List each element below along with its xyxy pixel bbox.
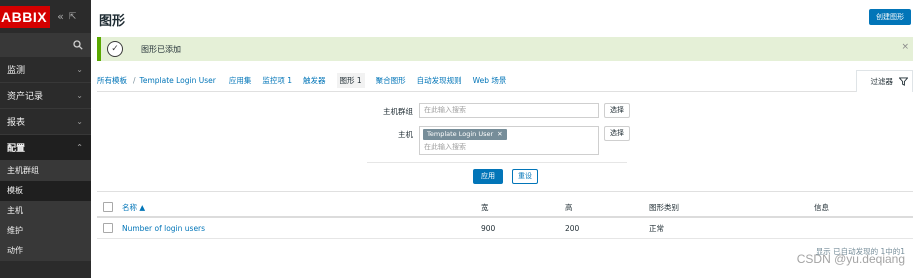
menu-label: 监测 xyxy=(7,66,26,76)
watermark: CSDN @yu.deqiang xyxy=(796,252,905,266)
chevron-down-icon: ⌄ xyxy=(76,117,83,126)
tab-discovery-rules[interactable]: 自动发现规则 xyxy=(417,75,462,86)
column-graph-type: 图形类别 xyxy=(649,203,679,212)
table-row: Number of login users 900 200 正常 xyxy=(97,218,913,239)
host-multiselect[interactable]: Template Login User ✕ 在此输入搜索 xyxy=(419,126,599,155)
table-header: 名称 ▲ 宽 高 图形类别 信息 xyxy=(97,197,913,218)
host-input-placeholder[interactable]: 在此输入搜索 xyxy=(424,142,466,152)
menu-inventory[interactable]: 资产记录 ⌄ xyxy=(0,83,91,109)
success-message: ✓ 图形已添加 × xyxy=(97,37,913,61)
graph-height: 200 xyxy=(565,224,580,233)
main-menu: 监测 ⌄ 资产记录 ⌄ 报表 ⌄ 配置 ⌃ xyxy=(0,57,91,161)
host-select-button[interactable]: 选择 xyxy=(604,126,630,141)
logo-row: ABBIX « ⇱ xyxy=(0,0,91,33)
graphs-table: 名称 ▲ 宽 高 图形类别 信息 Number of login users 9… xyxy=(97,197,913,239)
reset-button[interactable]: 重设 xyxy=(512,169,538,184)
filter-divider xyxy=(367,162,627,163)
tab-items[interactable]: 监控项 1 xyxy=(262,75,292,86)
graph-type: 正常 xyxy=(649,224,664,233)
breadcrumb-template[interactable]: Template Login User xyxy=(140,76,216,85)
kiosk-mode-icon[interactable]: ⇱ xyxy=(69,12,77,22)
zabbix-logo[interactable]: ABBIX xyxy=(0,5,51,28)
submenu-maintenance[interactable]: 维护 xyxy=(0,221,91,241)
host-chip-label: Template Login User xyxy=(427,130,494,138)
menu-configuration[interactable]: 配置 ⌃ xyxy=(0,135,91,161)
host-group-input[interactable]: 在此输入搜索 xyxy=(419,103,599,118)
create-graph-button[interactable]: 创建图形 xyxy=(869,9,911,25)
sidebar-search[interactable] xyxy=(0,33,91,57)
remove-chip-icon[interactable]: ✕ xyxy=(497,130,502,138)
menu-label: 配置 xyxy=(7,144,26,154)
graph-name-link[interactable]: Number of login users xyxy=(122,218,205,239)
submenu-templates[interactable]: 模板 xyxy=(0,181,91,201)
search-icon[interactable] xyxy=(73,40,83,50)
collapse-sidebar-icon[interactable]: « xyxy=(57,10,64,23)
template-nav: 所有模板 / Template Login User 应用集 监控项 1 触发器… xyxy=(97,70,913,92)
main-content: 图形 创建图形 ✓ 图形已添加 × 所有模板 / Template Login … xyxy=(91,0,919,278)
breadcrumb-separator: / xyxy=(133,76,136,85)
menu-monitoring[interactable]: 监测 ⌄ xyxy=(0,57,91,83)
select-all-checkbox[interactable] xyxy=(103,202,113,212)
row-checkbox[interactable] xyxy=(103,223,113,233)
funnel-icon xyxy=(899,77,908,86)
chevron-down-icon: ⌄ xyxy=(76,91,83,100)
check-circle-icon: ✓ xyxy=(107,41,123,57)
message-text: 图形已添加 xyxy=(141,44,181,54)
submenu-actions[interactable]: 动作 xyxy=(0,241,91,261)
host-group-label: 主机群组 xyxy=(383,107,413,116)
tab-web-scenarios[interactable]: Web 场景 xyxy=(473,75,507,86)
column-info: 信息 xyxy=(814,203,829,212)
chevron-up-icon: ⌃ xyxy=(76,143,83,152)
host-group-select-button[interactable]: 选择 xyxy=(604,103,630,118)
column-name[interactable]: 名称 ▲ xyxy=(122,197,145,218)
sidebar: ABBIX « ⇱ 监测 ⌄ 资产记录 ⌄ 报表 ⌄ 配置 ⌃ 主机群组 模板 … xyxy=(0,0,91,278)
submenu-host-groups[interactable]: 主机群组 xyxy=(0,161,91,181)
host-label: 主机 xyxy=(398,130,413,139)
close-icon[interactable]: × xyxy=(901,42,909,52)
host-chip: Template Login User ✕ xyxy=(423,129,507,140)
filter-label: 过滤器 xyxy=(870,77,894,86)
submenu-hosts[interactable]: 主机 xyxy=(0,201,91,221)
menu-label: 资产记录 xyxy=(7,92,44,102)
page-title: 图形 xyxy=(99,14,126,29)
zabbix-app: ABBIX « ⇱ 监测 ⌄ 资产记录 ⌄ 报表 ⌄ 配置 ⌃ 主机群组 模板 … xyxy=(0,0,919,278)
tab-triggers[interactable]: 触发器 xyxy=(303,75,326,86)
configuration-submenu: 主机群组 模板 主机 维护 动作 xyxy=(0,161,91,261)
menu-label: 报表 xyxy=(7,118,26,128)
menu-reports[interactable]: 报表 ⌄ xyxy=(0,109,91,135)
tab-screens[interactable]: 聚合图形 xyxy=(376,75,406,86)
tab-applications[interactable]: 应用集 xyxy=(229,75,252,86)
column-height: 高 xyxy=(565,203,573,212)
graph-width: 900 xyxy=(481,224,496,233)
column-width: 宽 xyxy=(481,203,489,212)
filter-panel: 主机群组 在此输入搜索 选择 主机 Template Login User ✕ 在… xyxy=(97,92,913,192)
apply-button[interactable]: 应用 xyxy=(473,169,503,184)
filter-toggle[interactable]: 过滤器 xyxy=(856,70,913,92)
chevron-down-icon: ⌄ xyxy=(76,65,83,74)
tab-graphs[interactable]: 图形 1 xyxy=(336,73,365,88)
breadcrumb-all-templates[interactable]: 所有模板 xyxy=(97,75,127,86)
